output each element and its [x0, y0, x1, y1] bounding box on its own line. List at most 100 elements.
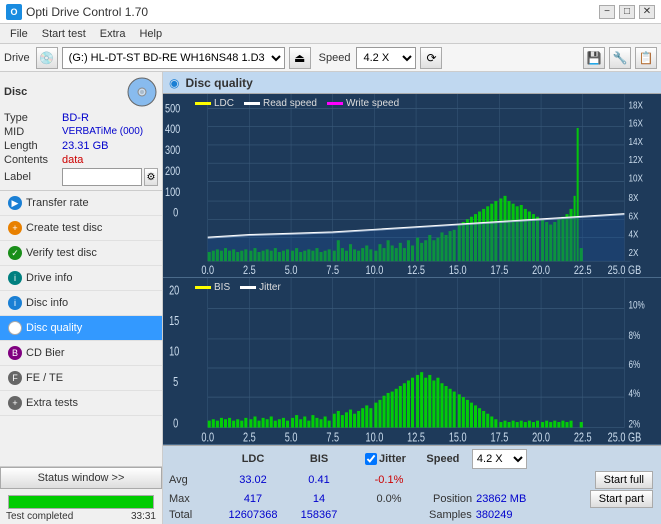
disc-title: Disc — [4, 86, 27, 98]
svg-text:17.5: 17.5 — [491, 431, 509, 444]
nav-extra-tests[interactable]: + Extra tests — [0, 391, 162, 416]
menu-help[interactable]: Help — [133, 27, 168, 41]
nav-menu: ▶ Transfer rate + Create test disc ✓ Ver… — [0, 191, 162, 466]
drive-icon-btn[interactable]: 💿 — [36, 47, 58, 69]
chart-header-icon: ◉ — [169, 76, 179, 90]
jitter-col-label: Jitter — [379, 453, 406, 465]
total-label: Total — [169, 509, 217, 521]
nav-verify-test-disc[interactable]: ✓ Verify test disc — [0, 241, 162, 266]
eject-button[interactable]: ⏏ — [289, 47, 311, 69]
svg-text:0.0: 0.0 — [201, 431, 214, 444]
svg-text:15.0: 15.0 — [449, 264, 467, 277]
upper-chart-wrapper: LDC Read speed Write speed — [163, 94, 661, 278]
svg-text:10X: 10X — [628, 173, 643, 184]
stats-bar: LDC BIS Jitter Speed 4.2 X Avg 33.02 0. — [163, 445, 661, 524]
svg-text:10%: 10% — [628, 299, 645, 312]
svg-text:12.5: 12.5 — [407, 431, 425, 444]
nav-fe-te[interactable]: F FE / TE — [0, 366, 162, 391]
menu-start-test[interactable]: Start test — [36, 27, 92, 41]
verify-disc-icon: ✓ — [8, 246, 22, 260]
type-value: BD-R — [62, 112, 89, 124]
close-button[interactable]: ✕ — [639, 5, 655, 19]
disc-label-button[interactable]: ⚙ — [144, 168, 158, 186]
nav-drive-info-label: Drive info — [26, 272, 72, 284]
avg-bis: 0.41 — [289, 474, 349, 486]
status-completed-label: Test completed — [6, 511, 73, 522]
nav-disc-quality-label: Disc quality — [26, 322, 82, 334]
menu-file[interactable]: File — [4, 27, 34, 41]
minimize-button[interactable]: − — [599, 5, 615, 19]
jitter-checkbox[interactable] — [365, 453, 377, 465]
nav-create-test-disc[interactable]: + Create test disc — [0, 216, 162, 241]
start-full-button[interactable]: Start full — [595, 471, 653, 489]
disc-image-icon — [126, 76, 158, 108]
drive-select[interactable]: (G:) HL-DT-ST BD-RE WH16NS48 1.D3 — [62, 47, 285, 69]
svg-text:4%: 4% — [628, 388, 640, 401]
menu-extra[interactable]: Extra — [94, 27, 132, 41]
lower-chart-legend: BIS Jitter — [195, 282, 281, 293]
upper-chart-legend: LDC Read speed Write speed — [195, 98, 399, 109]
titlebar-controls[interactable]: − □ ✕ — [599, 5, 655, 19]
save-button[interactable]: 📋 — [635, 47, 657, 69]
legend-write-speed: Write speed — [327, 98, 399, 109]
chart-title: Disc quality — [185, 76, 252, 90]
nav-cd-bier[interactable]: B CD Bier — [0, 341, 162, 366]
svg-text:15: 15 — [169, 315, 179, 329]
nav-create-test-disc-label: Create test disc — [26, 222, 102, 234]
drive-info-icon: i — [8, 271, 22, 285]
disc-label-label: Label — [4, 171, 62, 183]
settings-button[interactable]: 💾 — [583, 47, 605, 69]
type-label: Type — [4, 112, 62, 124]
nav-disc-info[interactable]: i Disc info — [0, 291, 162, 316]
svg-text:12.5: 12.5 — [407, 264, 425, 277]
upper-chart-svg: 500 400 300 200 100 0 18X 16X 14X 12X 10… — [163, 94, 661, 277]
svg-text:7.5: 7.5 — [326, 264, 339, 277]
speed-select-toolbar[interactable]: 4.2 X — [356, 47, 416, 69]
samples-label: Samples — [429, 509, 472, 521]
svg-text:12X: 12X — [628, 154, 643, 165]
position-value: 23862 MB — [476, 493, 526, 505]
total-bis: 158367 — [289, 509, 349, 521]
maximize-button[interactable]: □ — [619, 5, 635, 19]
max-label: Max — [169, 493, 217, 505]
disc-label-input[interactable] — [62, 168, 142, 186]
content-area: ◉ Disc quality LDC Read speed Write spee… — [163, 72, 661, 524]
svg-text:5.0: 5.0 — [285, 264, 298, 277]
tools-button[interactable]: 🔧 — [609, 47, 631, 69]
nav-cd-bier-label: CD Bier — [26, 347, 65, 359]
speed-select-stats[interactable]: 4.2 X — [472, 449, 527, 469]
svg-text:6%: 6% — [628, 359, 640, 372]
svg-text:0: 0 — [173, 417, 178, 431]
length-value: 23.31 GB — [62, 140, 108, 152]
avg-ldc: 33.02 — [217, 474, 289, 486]
max-bis: 14 — [289, 493, 349, 505]
disc-header: Disc — [4, 76, 158, 108]
svg-text:22.5: 22.5 — [574, 264, 592, 277]
svg-text:8%: 8% — [628, 330, 640, 343]
cd-bier-icon: B — [8, 346, 22, 360]
svg-text:0.0: 0.0 — [201, 264, 214, 277]
disc-quality-icon: ◉ — [8, 321, 22, 335]
nav-drive-info[interactable]: i Drive info — [0, 266, 162, 291]
svg-text:400: 400 — [165, 123, 180, 136]
status-window-button[interactable]: Status window >> — [0, 467, 162, 489]
nav-extra-tests-label: Extra tests — [26, 397, 78, 409]
disc-info-table: Type BD-R MID VERBATiMe (000) Length 23.… — [4, 112, 158, 186]
max-ldc: 417 — [217, 493, 289, 505]
refresh-button[interactable]: ⟳ — [420, 47, 442, 69]
menubar: File Start test Extra Help — [0, 24, 661, 44]
svg-text:8X: 8X — [628, 192, 639, 203]
titlebar: O Opti Drive Control 1.70 − □ ✕ — [0, 0, 661, 24]
start-part-button[interactable]: Start part — [590, 490, 653, 508]
avg-label: Avg — [169, 474, 217, 486]
legend-ldc: LDC — [195, 98, 234, 109]
nav-verify-test-disc-label: Verify test disc — [26, 247, 97, 259]
svg-text:20.0: 20.0 — [532, 264, 550, 277]
disc-panel: Disc Type BD-R MID VERBATiMe (000) Lengt — [0, 72, 162, 191]
nav-transfer-rate[interactable]: ▶ Transfer rate — [0, 191, 162, 216]
nav-disc-quality[interactable]: ◉ Disc quality — [0, 316, 162, 341]
create-disc-icon: + — [8, 221, 22, 235]
position-label: Position — [433, 493, 472, 505]
svg-text:10: 10 — [169, 345, 179, 359]
nav-transfer-rate-label: Transfer rate — [26, 197, 89, 209]
